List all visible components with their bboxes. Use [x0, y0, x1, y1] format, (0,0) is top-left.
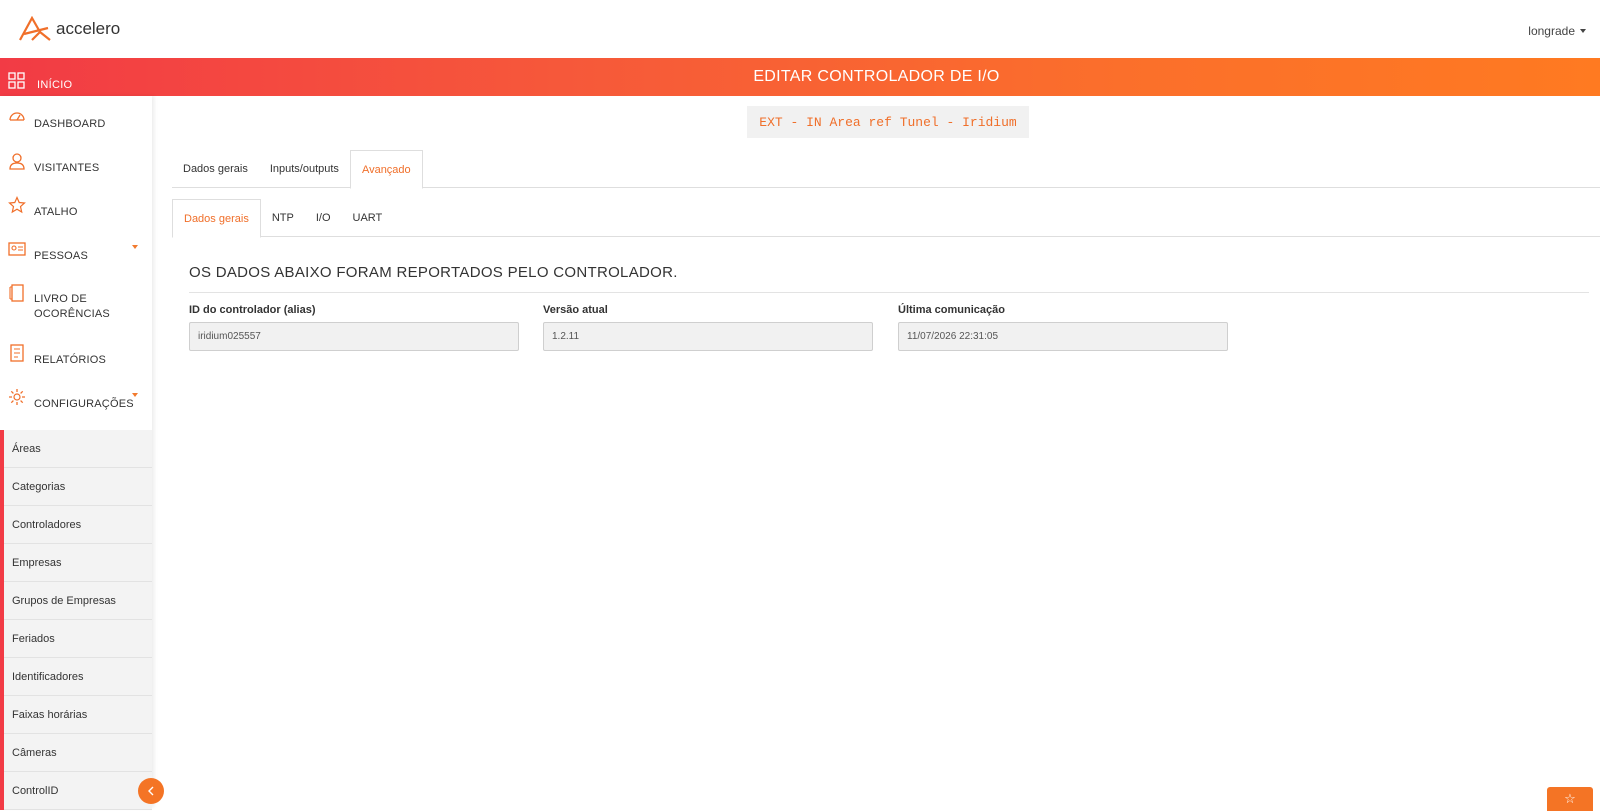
field-current-version: Versão atual — [543, 304, 873, 351]
chevron-down-icon — [132, 245, 138, 249]
sidebar-item-label: LIVRO DE OCORÊNCIAS — [34, 293, 110, 320]
title-band: INÍCIO EDITAR CONTROLADOR DE I/O — [0, 58, 1600, 96]
current-version-input[interactable] — [543, 322, 873, 351]
field-label: Versão atual — [543, 304, 608, 316]
tab-avancado[interactable]: Avançado — [349, 150, 423, 189]
dashboard-icon — [9, 112, 25, 121]
submenu-item-identificadores[interactable]: Identificadores — [4, 658, 152, 696]
sidebar-item-relatorios[interactable]: RELATÓRIOS — [8, 344, 148, 368]
page-title: EDITAR CONTROLADOR DE I/O — [753, 68, 1000, 85]
sidebar-item-label: PESSOAS — [34, 250, 88, 262]
subtab-uart[interactable]: UART — [342, 199, 394, 237]
visitor-icon — [9, 153, 25, 170]
gear-icon — [9, 389, 25, 405]
report-icon — [10, 344, 24, 362]
home-label: INÍCIO — [37, 79, 73, 91]
controller-id-input[interactable] — [189, 322, 519, 351]
subtab-io[interactable]: I/O — [305, 199, 342, 237]
user-menu[interactable]: longrade — [1528, 24, 1586, 38]
submenu-item-categorias[interactable]: Categorias — [4, 468, 152, 506]
submenu-item-areas[interactable]: Áreas — [4, 430, 152, 468]
section-divider — [189, 292, 1589, 293]
sidebar: DASHBOARD VISITANTES ATALHO PESSOAS LIVR… — [0, 96, 152, 810]
brand-logo[interactable]: accelero — [18, 16, 120, 42]
submenu-item-empresas[interactable]: Empresas — [4, 544, 152, 582]
submenu-item-controladores[interactable]: Controladores — [4, 506, 152, 544]
subtab-ntp[interactable]: NTP — [261, 199, 305, 237]
star-icon — [8, 196, 26, 214]
star-icon: ☆ — [1564, 791, 1576, 806]
sidebar-item-label: RELATÓRIOS — [34, 354, 107, 366]
main-tabs: Dados gerais Inputs/outputs Avançado — [172, 150, 1600, 189]
chevron-left-icon — [148, 786, 154, 796]
section-title: OS DADOS ABAIXO FORAM REPORTADOS PELO CO… — [189, 264, 678, 281]
submenu-item-controlid[interactable]: ControlID — [4, 772, 152, 810]
last-communication-input[interactable] — [898, 322, 1228, 351]
sidebar-item-label: CONFIGURAÇÕES — [34, 398, 134, 410]
sidebar-item-visitantes[interactable]: VISITANTES — [8, 152, 148, 176]
field-label: ID do controlador (alias) — [189, 304, 316, 316]
user-name: longrade — [1528, 24, 1575, 38]
sidebar-item-livro-ocorrencias[interactable]: LIVRO DE OCORÊNCIAS — [8, 284, 148, 322]
sidebar-item-pessoas[interactable]: PESSOAS — [8, 240, 148, 264]
sidebar-item-label: ATALHO — [34, 206, 78, 218]
config-submenu: Áreas Categorias Controladores Empresas … — [0, 430, 152, 810]
submenu-item-cameras[interactable]: Câmeras — [4, 734, 152, 772]
submenu-item-grupos-empresas[interactable]: Grupos de Empresas — [4, 582, 152, 620]
home-link[interactable]: INÍCIO — [8, 70, 72, 91]
sidebar-item-label: VISITANTES — [34, 162, 100, 174]
favorite-button[interactable]: ☆ — [1547, 787, 1593, 811]
top-header: accelero longrade — [0, 0, 1600, 58]
sub-tabs: Dados gerais NTP I/O UART — [172, 199, 1600, 238]
chevron-down-icon — [1580, 29, 1586, 33]
field-controller-id: ID do controlador (alias) — [189, 304, 519, 351]
brand-name: accelero — [56, 19, 121, 38]
sidebar-collapse-button[interactable] — [138, 778, 164, 804]
submenu-item-faixas-horarias[interactable]: Faixas horárias — [4, 696, 152, 734]
tab-inputs-outputs[interactable]: Inputs/outputs — [259, 150, 350, 188]
grid-icon — [8, 72, 25, 89]
id-card-icon — [8, 242, 26, 256]
sidebar-item-configuracoes[interactable]: CONFIGURAÇÕES — [8, 388, 148, 412]
field-label: Última comunicação — [898, 304, 1005, 316]
sidebar-item-dashboard[interactable]: DASHBOARD — [8, 108, 148, 132]
accelero-logo-icon — [19, 16, 51, 41]
subtab-dados-gerais[interactable]: Dados gerais — [172, 199, 261, 238]
tab-dados-gerais[interactable]: Dados gerais — [172, 150, 259, 188]
field-last-communication: Última comunicação — [898, 304, 1228, 351]
controller-name-badge: EXT - IN Area ref Tunel - Iridium — [747, 106, 1029, 138]
submenu-item-feriados[interactable]: Feriados — [4, 620, 152, 658]
sidebar-item-atalho[interactable]: ATALHO — [8, 196, 148, 220]
sidebar-item-label: DASHBOARD — [34, 118, 106, 130]
chevron-down-icon — [132, 393, 138, 397]
